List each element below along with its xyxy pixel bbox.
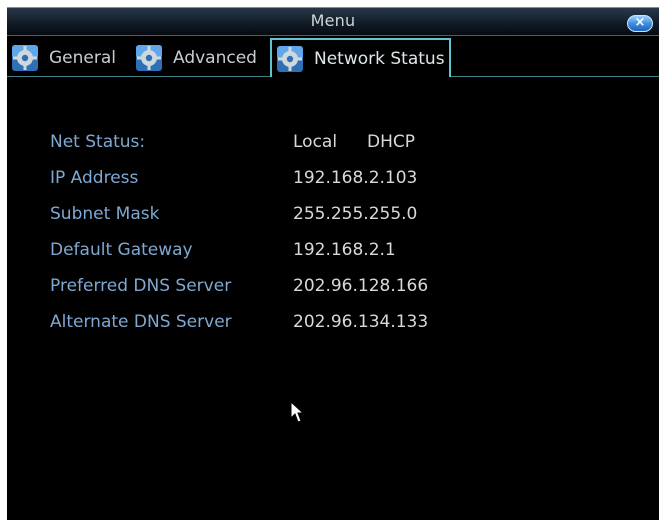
ip-address-value: 192.168.2.103 <box>293 168 418 188</box>
alternate-dns-value: 202.96.134.133 <box>293 312 429 332</box>
menu-window: Menu × General Advanced Network Status N… <box>7 7 659 520</box>
gear-icon <box>12 44 38 71</box>
tab-general-label: General <box>49 47 116 68</box>
subnet-mask-label: Subnet Mask <box>50 204 160 224</box>
tab-strip: General Advanced Network Status <box>7 37 659 77</box>
net-status-dhcp: DHCP <box>367 132 415 152</box>
ip-address-label: IP Address <box>50 168 139 188</box>
preferred-dns-value: 202.96.128.166 <box>293 276 429 296</box>
tab-network-status[interactable]: Network Status <box>270 38 451 77</box>
preferred-dns-label: Preferred DNS Server <box>50 276 232 296</box>
tab-general[interactable]: General <box>11 39 131 76</box>
gear-icon <box>277 45 303 72</box>
net-status-label: Net Status: <box>50 132 146 152</box>
default-gateway-label: Default Gateway <box>50 240 193 260</box>
alternate-dns-label: Alternate DNS Server <box>50 312 232 332</box>
close-button[interactable]: × <box>627 15 653 32</box>
tab-network-status-label: Network Status <box>314 48 445 69</box>
title-bar: Menu × <box>7 8 659 36</box>
default-gateway-value: 192.168.2.1 <box>293 240 396 260</box>
tab-advanced[interactable]: Advanced <box>135 39 271 76</box>
mouse-pointer-icon <box>290 401 305 423</box>
tab-advanced-label: Advanced <box>173 47 257 68</box>
subnet-mask-value: 255.255.255.0 <box>293 204 418 224</box>
window-title: Menu <box>310 11 356 30</box>
net-status-local: Local <box>293 132 338 152</box>
gear-icon <box>136 44 162 71</box>
